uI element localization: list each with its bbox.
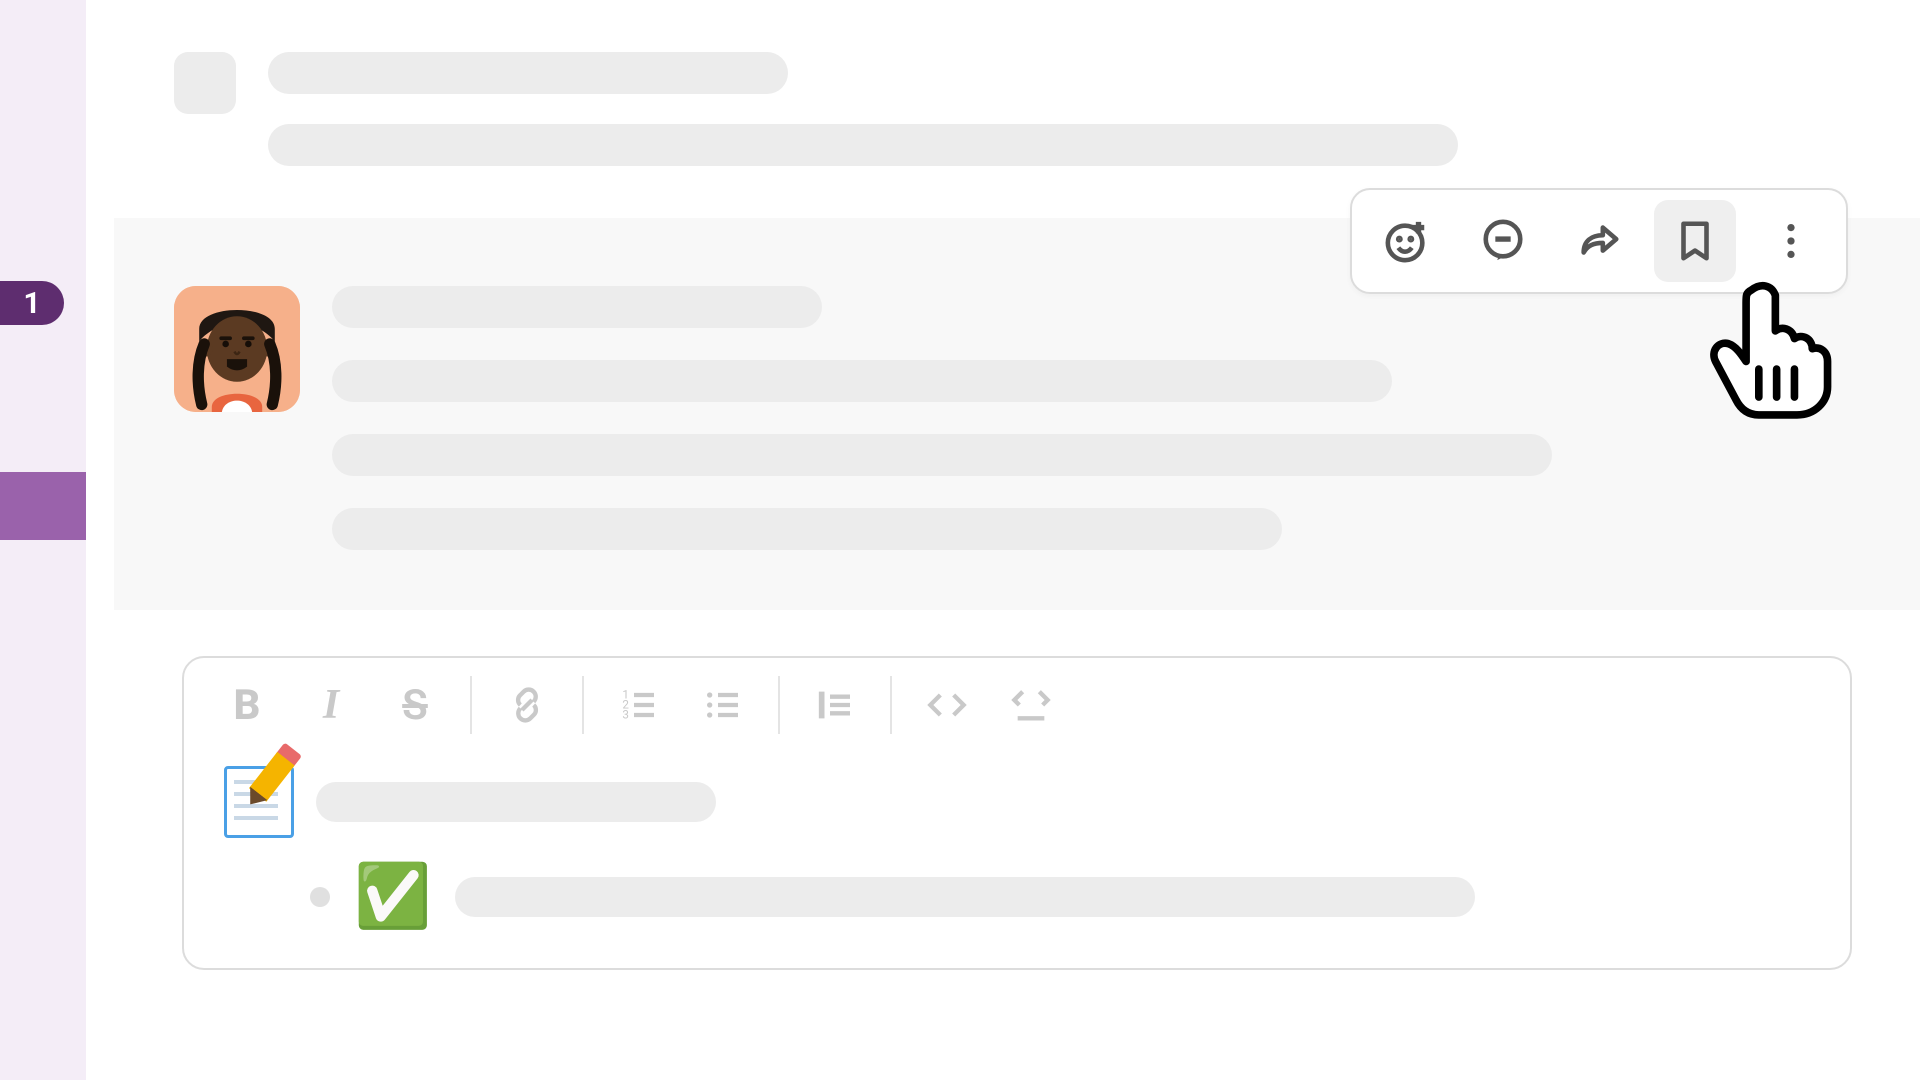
bullet-list-icon: [703, 685, 743, 725]
more-vertical-icon: [1768, 218, 1814, 264]
composer-bullet-line: ✅: [224, 866, 1810, 928]
ordered-list-button[interactable]: 123: [602, 676, 676, 734]
blockquote-icon: [815, 685, 855, 725]
toolbar-separator: [890, 676, 892, 734]
main-content: B I S 123: [114, 0, 1920, 1080]
message-row: [114, 286, 1920, 550]
sidebar-gap: [86, 0, 114, 1080]
svg-text:3: 3: [622, 707, 629, 721]
avatar-placeholder: [174, 52, 236, 114]
blockquote-button[interactable]: [798, 676, 872, 734]
text-placeholder: [332, 286, 822, 328]
message-composer[interactable]: B I S 123: [182, 656, 1852, 970]
message-actions-bar: [1350, 188, 1848, 294]
text-placeholder: [332, 360, 1392, 402]
check-emoji: ✅: [354, 866, 431, 928]
avatar[interactable]: [174, 286, 300, 412]
app-root: 1: [0, 0, 1920, 1080]
code-block-icon: [1011, 685, 1051, 725]
speech-bubble-icon: [1480, 218, 1526, 264]
text-placeholder: [455, 877, 1475, 917]
text-placeholder: [332, 508, 1282, 550]
workspace-switcher[interactable]: [0, 472, 86, 540]
link-button[interactable]: [490, 676, 564, 734]
link-icon: [507, 685, 547, 725]
composer-body[interactable]: ✅: [184, 746, 1850, 968]
italic-button[interactable]: I: [294, 676, 368, 734]
toolbar-separator: [470, 676, 472, 734]
text-placeholder: [332, 434, 1552, 476]
bold-button[interactable]: B: [210, 676, 284, 734]
toolbar-separator: [582, 676, 584, 734]
message-body: [268, 52, 1458, 166]
bookmark-button[interactable]: [1654, 200, 1736, 282]
message-item-hovered: [114, 218, 1920, 610]
reply-thread-button[interactable]: [1462, 200, 1544, 282]
bullet-dot: [310, 887, 330, 907]
code-button[interactable]: [910, 676, 984, 734]
bookmark-icon: [1672, 218, 1718, 264]
share-button[interactable]: [1558, 200, 1640, 282]
formatting-toolbar: B I S 123: [184, 658, 1850, 746]
text-placeholder: [268, 52, 788, 94]
add-reaction-button[interactable]: [1366, 200, 1448, 282]
share-arrow-icon: [1576, 218, 1622, 264]
avatar-image: [174, 286, 300, 412]
code-icon: [927, 685, 967, 725]
code-block-button[interactable]: [994, 676, 1068, 734]
bullet-list-button[interactable]: [686, 676, 760, 734]
memo-emoji: [224, 766, 294, 838]
more-actions-button[interactable]: [1750, 200, 1832, 282]
text-placeholder: [268, 124, 1458, 166]
ordered-list-icon: 123: [619, 685, 659, 725]
composer-container: B I S 123: [114, 610, 1920, 970]
message-body: [332, 286, 1552, 550]
text-placeholder: [316, 782, 716, 822]
composer-line: [224, 766, 1810, 838]
strikethrough-button[interactable]: S: [378, 676, 452, 734]
unread-count: 1: [23, 286, 40, 321]
emoji-add-icon: [1384, 218, 1430, 264]
toolbar-separator: [778, 676, 780, 734]
unread-badge[interactable]: 1: [0, 281, 64, 325]
message-item: [114, 0, 1920, 218]
workspace-rail: 1: [0, 0, 86, 1080]
